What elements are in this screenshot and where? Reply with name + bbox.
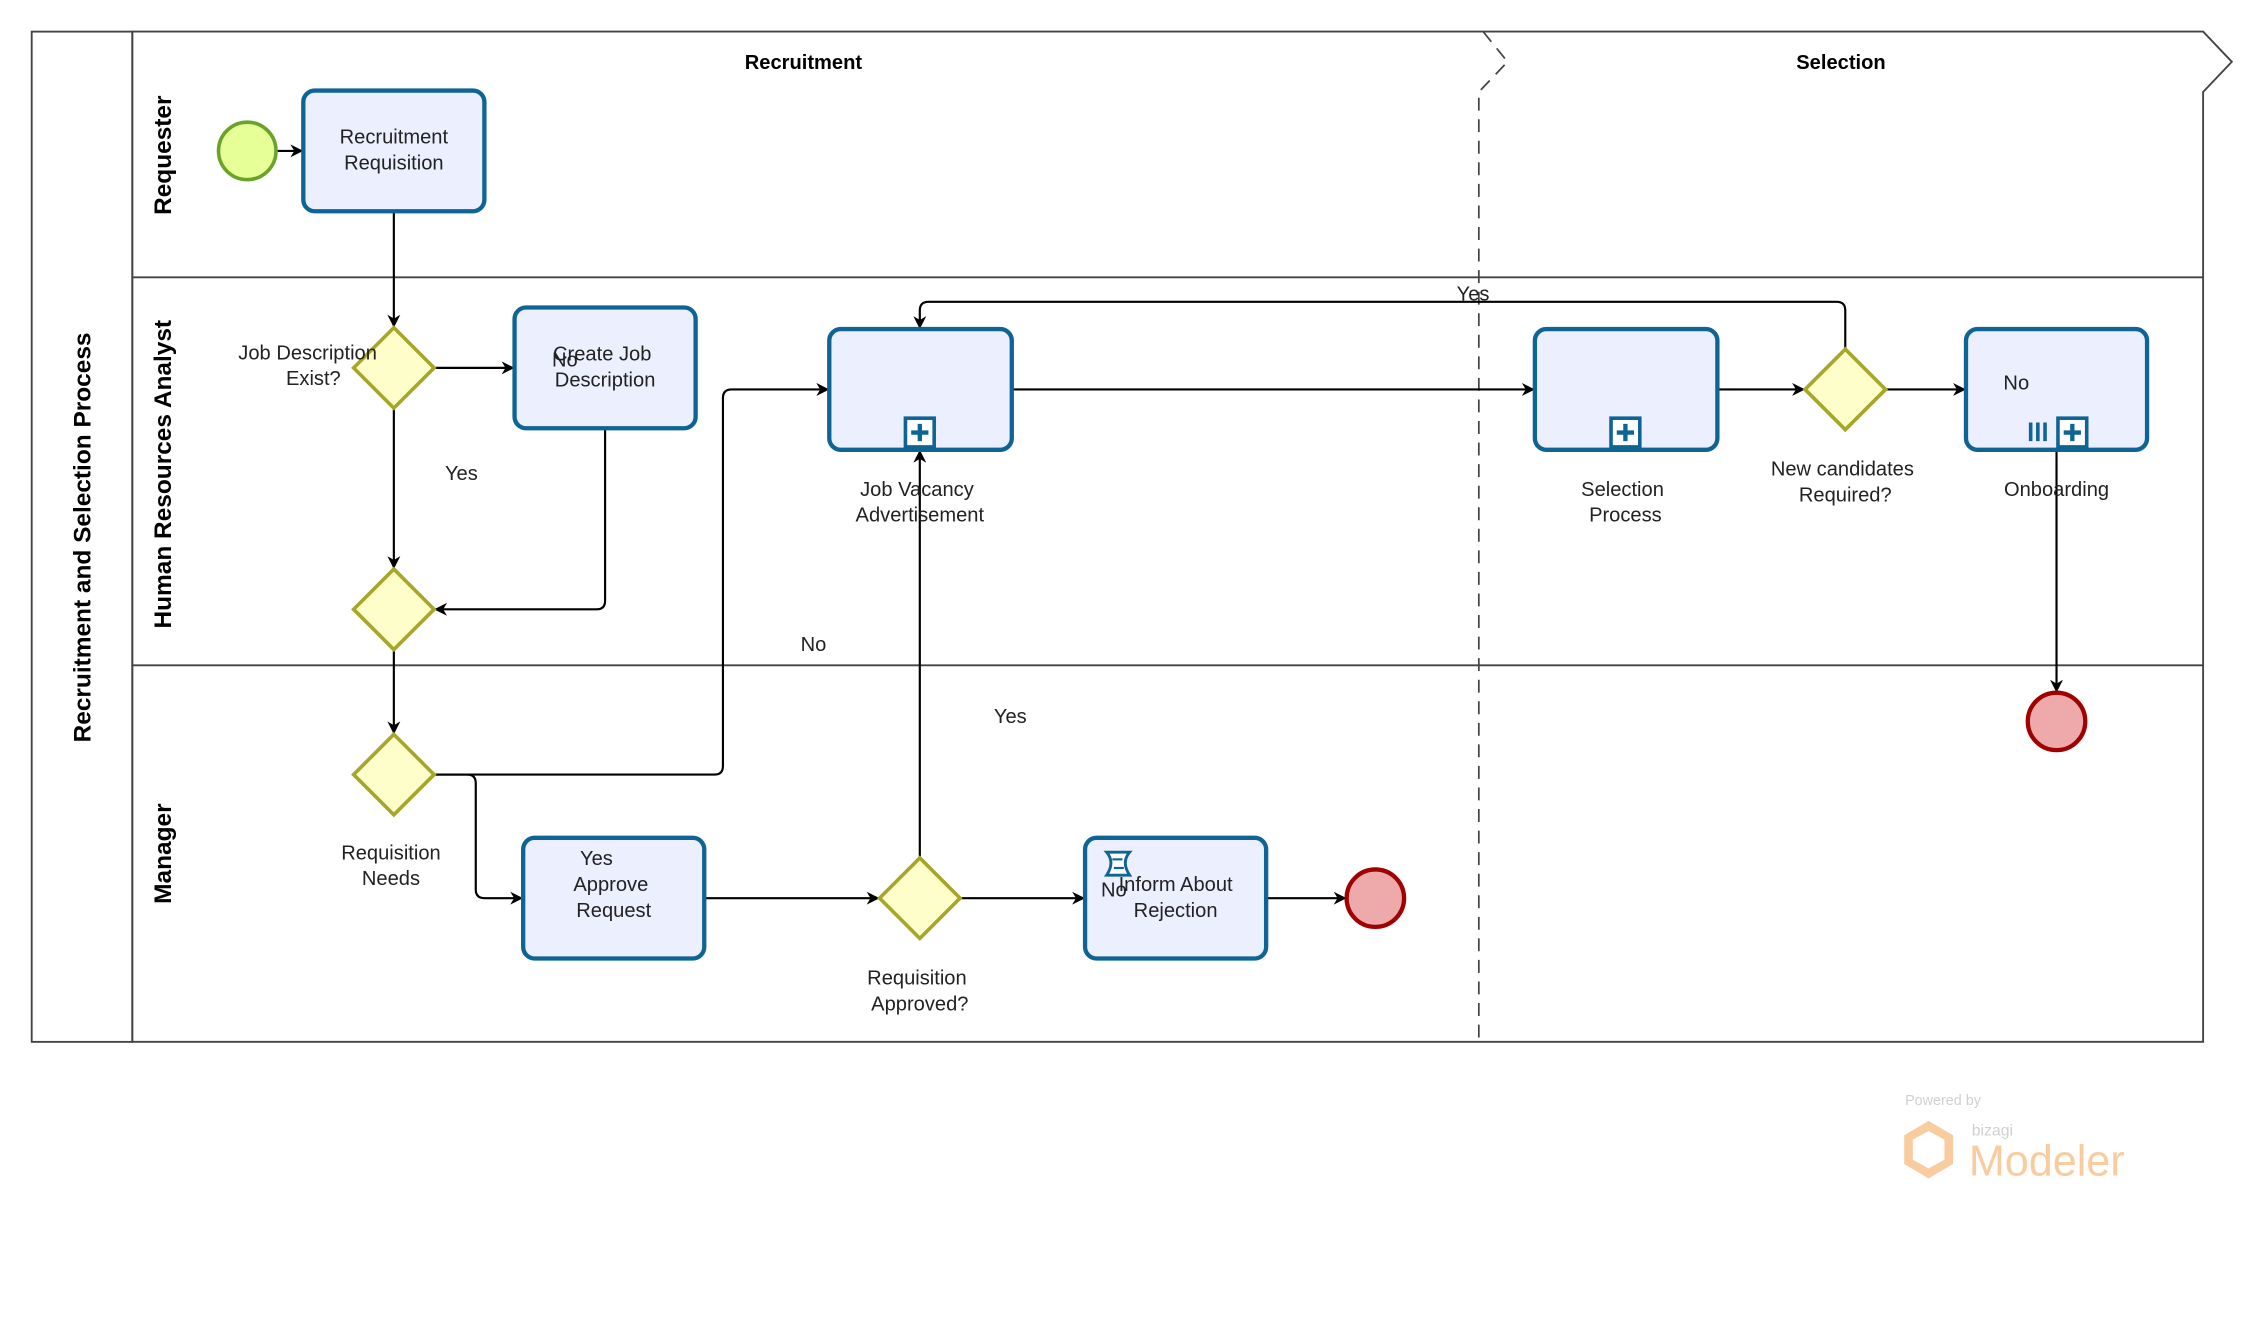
end-event-rejection[interactable] [1344,867,1407,930]
gateway-label: New candidates [1771,459,1914,481]
flow-label-no: No [801,634,827,656]
task-label: Job Vacancy [860,479,975,501]
powered-by-text: Powered by [1905,1093,1982,1109]
gateway-requisition-approved[interactable]: Requisition Approved? [867,855,968,1015]
task-recruitment-requisition[interactable]: Recruitment Requisition [301,88,487,214]
lane-requester: Requester [150,95,177,215]
gateway-label: Exist? [286,368,341,390]
lane-manager: Manager [150,803,177,904]
sequence-flows [276,144,2063,905]
flow-label-yes: Yes [994,706,1027,728]
task-label: Rejection [1134,900,1218,922]
gateway-requisition-needs[interactable]: Requisition Needs [341,731,441,890]
gateway-label: Required? [1799,485,1892,507]
lane-hr-analyst: Human Resources Analyst [150,320,177,629]
product-text: Modeler [1969,1138,2125,1186]
gateway-label: Requisition [867,967,967,989]
gateway-label: Needs [362,868,420,890]
task-create-job-description[interactable]: Create Job Description [512,305,698,431]
flow-label-yes: Yes [580,848,613,870]
flow[interactable] [434,773,524,905]
subprocess-selection-process[interactable]: Selection Process [1532,326,1720,527]
phase-selection: Selection [1796,52,1885,74]
phase-divider [1477,31,1509,1042]
expand-subprocess-icon[interactable] [2056,416,2089,449]
script-icon [1103,850,1133,877]
gateway-label: Job Description [238,342,377,364]
task-label: Description [555,370,656,392]
task-label: Process [1589,505,1662,527]
flow-label-yes: Yes [445,463,478,485]
flow-label-no: No [552,349,578,371]
gateway-label: Approved? [871,993,968,1015]
task-label: Selection [1581,479,1664,501]
gateway-merge[interactable] [351,566,437,653]
flow-label-no: No [2003,372,2029,394]
task-label: Inform About [1119,874,1233,896]
gateway-job-description-exist[interactable]: Job Description Exist? [238,325,437,411]
flow-label-no: No [1101,880,1127,902]
gateway-label: Requisition [341,842,441,864]
gateway-new-candidates[interactable]: New candidates Required? [1771,346,1914,507]
start-event[interactable] [216,120,278,182]
flow-label-yes: Yes [1457,283,1490,305]
task-label: Onboarding [2004,479,2109,501]
phase-recruitment: Recruitment [745,52,863,74]
end-event-onboarding[interactable] [2025,690,2088,753]
flow[interactable] [434,382,830,776]
task-approve-request[interactable]: Approve Request [521,835,707,961]
task-label: Approve [573,874,648,896]
expand-subprocess-icon[interactable] [903,416,936,449]
subprocess-job-vacancy[interactable]: Job Vacancy Advertisement [827,326,1014,527]
task-label: Advertisement [856,505,985,527]
bpmn-diagram: Recruitment and Selection Process Reques… [30,30,2234,1186]
flow[interactable] [434,428,607,616]
task-label: Requisition [344,153,444,175]
expand-subprocess-icon[interactable] [1609,416,1642,449]
bizagi-logo-icon [1904,1120,1954,1179]
bizagi-watermark: Powered by bizagi Modeler [1904,1093,2125,1186]
pool-title: Recruitment and Selection Process [70,333,97,743]
task-label: Request [576,900,651,922]
task-label: Recruitment [340,127,449,149]
